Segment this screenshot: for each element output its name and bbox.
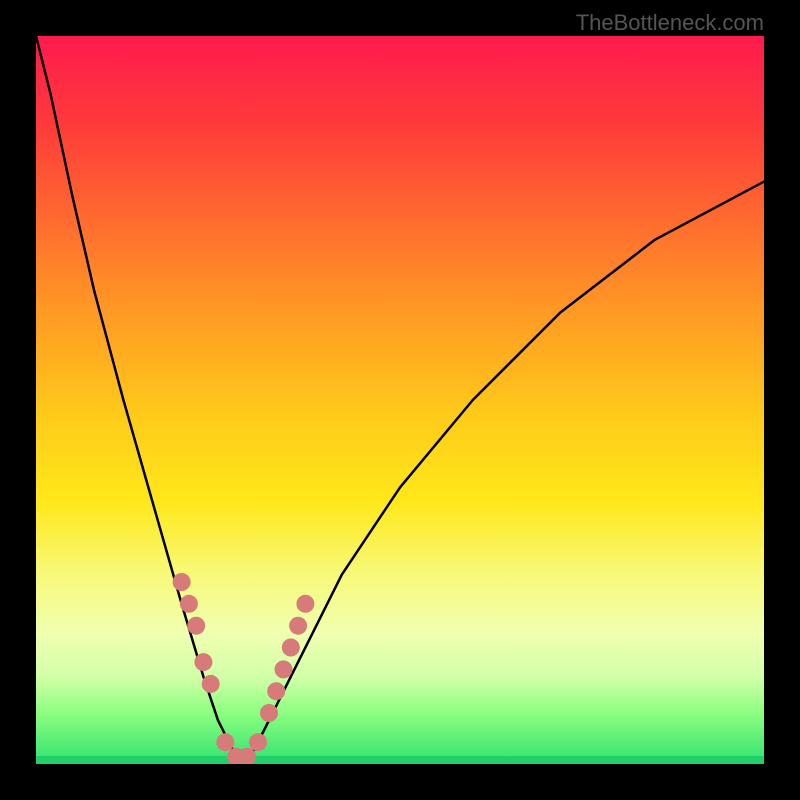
highlight-markers [173,573,315,764]
chart-container: TheBottleneck.com [0,0,800,800]
plot-area [36,36,764,764]
curve-line [36,36,764,760]
watermark-text: TheBottleneck.com [576,10,764,36]
chart-svg [36,36,764,764]
